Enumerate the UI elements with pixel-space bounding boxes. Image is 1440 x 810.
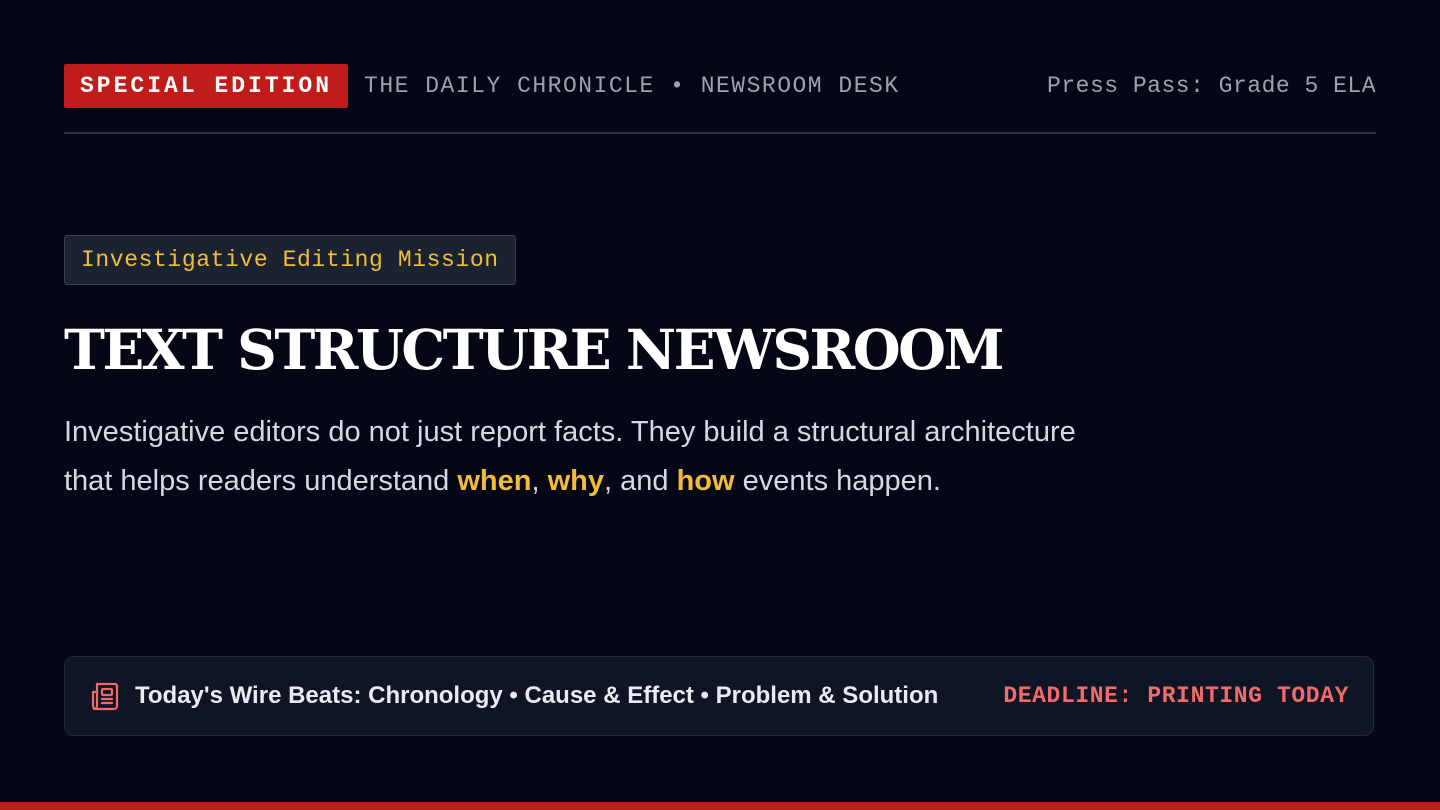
- highlight-why: why: [547, 465, 605, 497]
- publication-title: THE DAILY CHRONICLE • NEWSROOM DESK: [364, 73, 900, 99]
- highlight-how: how: [676, 465, 735, 497]
- masthead: SPECIAL EDITION THE DAILY CHRONICLE • NE…: [64, 64, 1376, 108]
- wire-beats-left: Today's Wire Beats: Chronology • Cause &…: [89, 680, 938, 712]
- lede-text-end: events happen.: [734, 465, 941, 497]
- wire-beats-bar: Today's Wire Beats: Chronology • Cause &…: [64, 656, 1374, 736]
- page: SPECIAL EDITION THE DAILY CHRONICLE • NE…: [0, 0, 1440, 810]
- lede-separator-2: , and: [604, 465, 677, 497]
- special-edition-badge: SPECIAL EDITION: [64, 64, 349, 108]
- press-pass-label: Press Pass: Grade 5 ELA: [1047, 73, 1376, 99]
- masthead-left: SPECIAL EDITION THE DAILY CHRONICLE • NE…: [64, 64, 900, 108]
- lede-paragraph: Investigative editors do not just report…: [64, 408, 1104, 506]
- highlight-when: when: [457, 465, 532, 497]
- page-title: TEXT STRUCTURE NEWSROOM: [64, 317, 1004, 382]
- deadline-label: DEADLINE: PRINTING TODAY: [1003, 683, 1349, 709]
- masthead-divider: [64, 132, 1376, 134]
- lede-separator-1: ,: [531, 465, 548, 497]
- bottom-accent-stripe: [0, 802, 1440, 810]
- wire-beats-text: Today's Wire Beats: Chronology • Cause &…: [135, 682, 939, 709]
- newspaper-icon: [89, 680, 121, 712]
- mission-tag: Investigative Editing Mission: [64, 235, 516, 285]
